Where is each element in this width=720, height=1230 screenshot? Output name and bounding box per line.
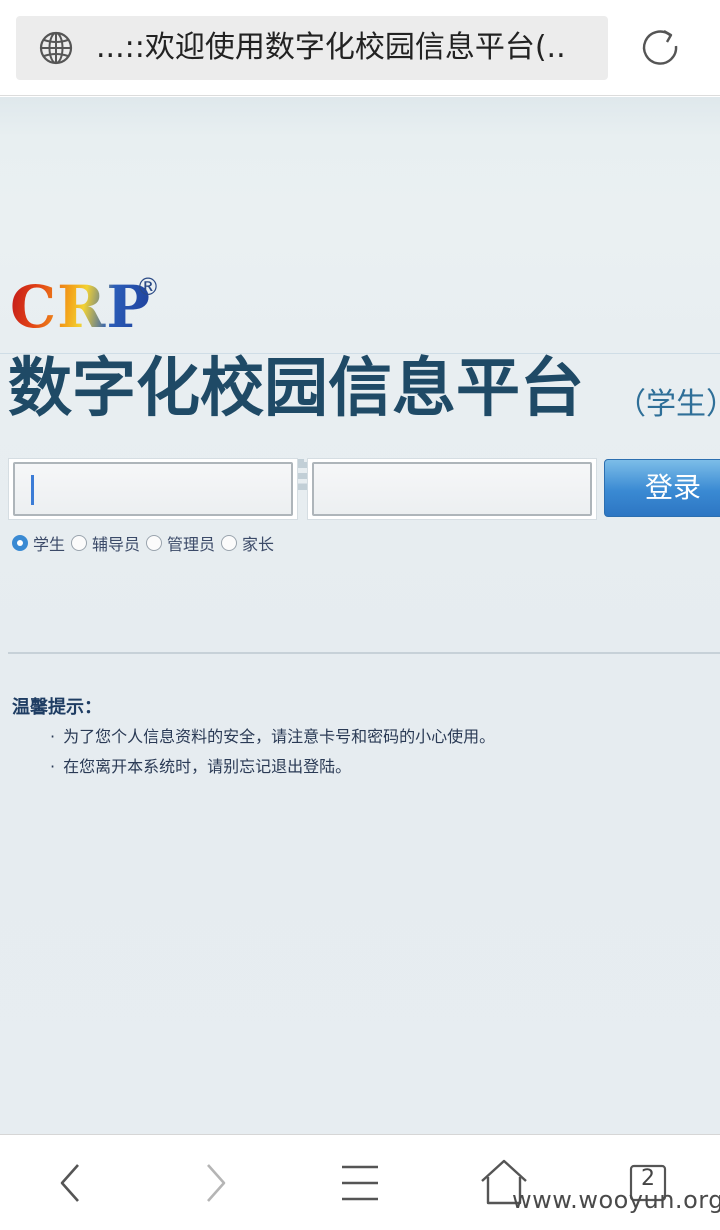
watermark: www.wooyun.org xyxy=(512,1186,720,1214)
tip-text: 为了您个人信息资料的安全，请注意卡号和密码的小心使用。 xyxy=(63,727,496,746)
bullet: · xyxy=(50,727,56,746)
radio-button[interactable] xyxy=(221,535,238,551)
username-wrapper xyxy=(8,458,298,520)
tip-text: 在您离开本系统时，请别忘记退出登陆。 xyxy=(63,757,352,776)
login-page: CRP ® 数字化校园信息平台 数字化校园信息平台 （学生） 登录 学生 辅导员… xyxy=(0,97,720,1134)
username-input[interactable] xyxy=(13,462,293,516)
role-option-counselor[interactable]: 辅导员 xyxy=(71,531,140,555)
chevron-right-icon[interactable] xyxy=(186,1155,246,1211)
chevron-left-icon[interactable] xyxy=(40,1155,100,1211)
tips-title: 温馨提示： xyxy=(12,697,102,718)
crp-logo: CRP xyxy=(10,273,151,341)
bullet: · xyxy=(50,757,56,776)
text-cursor xyxy=(31,475,34,505)
page-title-url: ...::欢迎使用数字化校园信息平台(.. xyxy=(96,30,566,65)
browser-address-bar: ...::欢迎使用数字化校园信息平台(.. xyxy=(0,0,720,96)
section-divider xyxy=(8,652,720,654)
radio-button[interactable] xyxy=(71,535,88,551)
role-label: 辅导员 xyxy=(92,535,141,554)
menu-icon[interactable] xyxy=(330,1155,390,1211)
role-option-parent[interactable]: 家长 xyxy=(221,531,274,555)
registered-mark: ® xyxy=(136,273,160,301)
browser-bottom-nav: 2 xyxy=(0,1134,720,1230)
role-label: 学生 xyxy=(33,535,66,554)
role-option-admin[interactable]: 管理员 xyxy=(146,531,215,555)
radio-button[interactable] xyxy=(12,535,28,551)
role-label: 家长 xyxy=(242,535,275,554)
radio-button[interactable] xyxy=(146,535,163,551)
password-wrapper xyxy=(307,458,597,520)
role-label: 管理员 xyxy=(167,535,216,554)
reload-icon[interactable] xyxy=(640,26,684,70)
login-button[interactable]: 登录 xyxy=(604,459,720,517)
platform-subtitle: （学生） xyxy=(616,387,720,422)
password-input[interactable] xyxy=(312,462,592,516)
platform-title: 数字化校园信息平台 xyxy=(8,352,584,426)
role-option-student[interactable]: 学生 xyxy=(12,531,65,555)
url-field[interactable]: ...::欢迎使用数字化校园信息平台(.. xyxy=(16,16,608,80)
tip-item: · 为了您个人信息资料的安全，请注意卡号和密码的小心使用。 xyxy=(50,723,495,747)
role-selector: 学生 辅导员 管理员 家长 xyxy=(12,531,280,555)
globe-icon xyxy=(39,31,73,65)
tip-item: · 在您离开本系统时，请别忘记退出登陆。 xyxy=(50,753,351,777)
